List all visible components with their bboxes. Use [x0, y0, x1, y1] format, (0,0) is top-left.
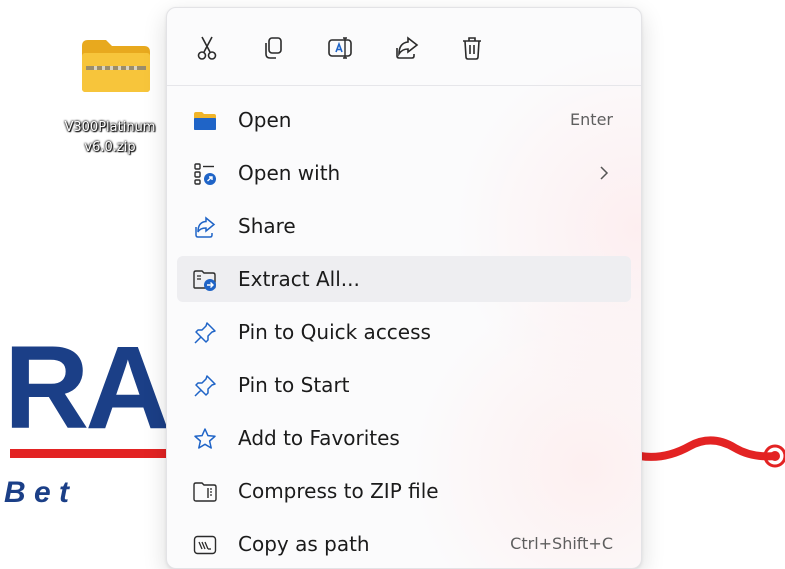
menu-item-label: Share [238, 214, 296, 238]
chevron-right-icon [600, 166, 609, 180]
zip-folder-icon [193, 480, 217, 504]
zip-folder-icon[interactable] [80, 38, 152, 94]
pin-icon [193, 321, 217, 345]
rename-button[interactable] [322, 30, 358, 66]
menu-item-label: Pin to Start [238, 373, 350, 397]
context-menu: Open Enter Open with Share Extract All..… [166, 7, 642, 569]
context-menu-toolbar [167, 8, 641, 86]
scissors-icon [197, 36, 217, 60]
menu-item-label: Copy as path [238, 532, 370, 556]
menu-item-label: Compress to ZIP file [238, 479, 439, 503]
trash-icon [463, 37, 481, 60]
menu-item-extract-all[interactable]: Extract All... [177, 256, 631, 302]
menu-item-shortcut: Enter [570, 110, 613, 129]
copy-path-icon [193, 533, 217, 557]
open-with-icon [193, 162, 217, 186]
menu-item-label: Extract All... [238, 267, 360, 291]
menu-item-open[interactable]: Open Enter [177, 97, 631, 143]
menu-item-label: Add to Favorites [238, 426, 400, 450]
delete-button[interactable] [454, 30, 490, 66]
extract-icon [193, 268, 217, 292]
wallpaper-logo-text: RA [4, 322, 168, 454]
menu-item-label: Open with [238, 161, 341, 185]
wallpaper-tagline-text: B e t [4, 476, 71, 509]
copy-button[interactable] [255, 30, 291, 66]
menu-item-open-with[interactable]: Open with [177, 150, 631, 196]
copy-icon [265, 37, 282, 59]
menu-item-add-to-favorites[interactable]: Add to Favorites [177, 415, 631, 461]
pin-icon [193, 374, 217, 398]
menu-item-pin-to-quick-access[interactable]: Pin to Quick access [177, 309, 631, 355]
share-icon [396, 36, 419, 59]
folder-icon [193, 109, 217, 133]
menu-item-share[interactable]: Share [177, 203, 631, 249]
menu-item-label: Open [238, 108, 292, 132]
menu-item-pin-to-start[interactable]: Pin to Start [177, 362, 631, 408]
menu-item-label: Pin to Quick access [238, 320, 431, 344]
file-name-line2: v6.0.zip [84, 140, 136, 155]
rename-icon [328, 37, 352, 59]
star-icon [193, 427, 217, 451]
menu-item-shortcut: Ctrl+Shift+C [510, 534, 613, 553]
share-icon [193, 215, 217, 239]
file-name-line1: V300Platinum [64, 120, 156, 135]
file-name-label[interactable]: V300Platinum v6.0.zip [40, 118, 180, 158]
cut-button[interactable] [189, 30, 225, 66]
menu-item-copy-as-path[interactable]: Copy as path Ctrl+Shift+C [177, 521, 631, 567]
menu-item-compress-to-zip[interactable]: Compress to ZIP file [177, 468, 631, 514]
share-button[interactable] [389, 30, 425, 66]
